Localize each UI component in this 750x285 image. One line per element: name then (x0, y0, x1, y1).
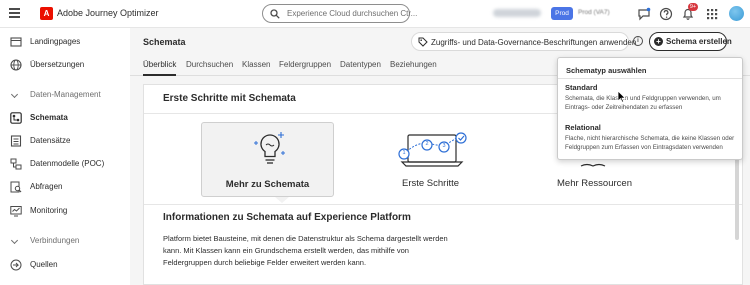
sidebar-item-label: Datensätze (30, 136, 71, 145)
sidebar-item-datenmodelle[interactable]: Datenmodelle (POC) (0, 153, 130, 175)
option-description: Schemata, die Klassen und Feldgruppen ve… (565, 95, 721, 111)
notification-badge: 9+ (688, 3, 698, 11)
sandbox-badge[interactable]: Prod (551, 7, 573, 20)
sandbox-name[interactable]: Prod (VA7) (578, 9, 610, 16)
tab-durchsuchen[interactable]: Durchsuchen (186, 60, 233, 76)
data-model-icon (10, 158, 22, 170)
chevron-down-icon (10, 236, 19, 245)
sidebar-item-label: Datenmodelle (POC) (30, 159, 105, 168)
option-title: Relational (565, 123, 601, 132)
sources-icon (10, 259, 22, 271)
option-description: Flache, nicht hierarchische Schemata, di… (565, 135, 735, 151)
schema-type-standard-option[interactable]: Standard Schemata, die Klassen und Feldg… (558, 83, 742, 119)
sidebar-item-label: Monitoring (30, 206, 68, 215)
popover-heading: Schematyp auswählen (566, 66, 647, 75)
tab-beziehungen[interactable]: Beziehungen (390, 60, 437, 76)
label-tag-icon (418, 37, 428, 47)
tab-klassen[interactable]: Klassen (242, 60, 270, 76)
page-title: Schemata (143, 37, 186, 47)
divider (558, 78, 742, 79)
step-number-1: 1 (402, 150, 406, 156)
step-number-3: 3 (442, 143, 446, 149)
sidebar-item-label: Landingpages (30, 37, 81, 46)
sidebar-item-abfragen[interactable]: Abfragen (0, 176, 130, 198)
tile-label: Mehr zu Schemata (225, 179, 310, 190)
sidebar-item-uebersetzungen[interactable]: Übersetzungen (0, 54, 130, 76)
sidebar-item-schemata[interactable]: Schemata (0, 107, 130, 129)
globe-icon (10, 59, 22, 71)
info-section-body: Platform bietet Bausteine, mit denen die… (163, 234, 448, 267)
tile-mehr-zu-schemata[interactable]: Mehr zu Schemata (201, 122, 334, 197)
chevron-down-icon (10, 90, 19, 99)
tile-erste-schritte[interactable]: 1 2 3 Erste Schritte (364, 122, 497, 197)
create-schema-label: Schema erstellen (666, 37, 732, 46)
app-title[interactable]: Adobe Journey Optimizer (57, 8, 159, 18)
lightbulb-icon (254, 132, 285, 164)
adobe-logo[interactable]: A (40, 7, 53, 20)
apply-governance-labels-button[interactable]: Zugriffs- und Data-Governance-Beschriftu… (411, 32, 636, 51)
search-icon (270, 9, 280, 19)
step-number-2: 2 (425, 141, 429, 147)
schema-icon (10, 112, 22, 124)
sidebar-item-label: Übersetzungen (30, 60, 85, 69)
query-icon (10, 181, 22, 193)
top-bar: A Adobe Journey Optimizer Experience Clo… (0, 0, 750, 28)
info-icon[interactable]: i (633, 36, 643, 46)
option-title: Standard (565, 83, 598, 92)
book-icon (580, 163, 606, 167)
selected-tile-pointer (275, 197, 289, 203)
card-title: Erste Schritte mit Schemata (163, 93, 296, 104)
divider (144, 204, 742, 205)
tile-label: Erste Schritte (401, 178, 460, 189)
governance-button-label: Zugriffs- und Data-Governance-Beschriftu… (431, 38, 637, 47)
sidebar-item-label: Schemata (30, 113, 68, 122)
monitoring-icon (10, 206, 22, 217)
landing-page-icon (10, 37, 22, 47)
sidebar-section-verbindungen[interactable]: Verbindungen (0, 230, 130, 252)
sidebar-item-label: Quellen (30, 260, 58, 269)
feedback-icon[interactable] (637, 7, 651, 21)
dataset-icon (10, 135, 22, 147)
sidebar: Landingpages Übersetzungen Daten-Managem… (0, 28, 130, 285)
hamburger-menu-icon[interactable] (9, 8, 20, 18)
sidebar-section-daten-management[interactable]: Daten-Management (0, 84, 130, 106)
schema-type-popover: Schematyp auswählen Standard Schemata, d… (557, 57, 743, 160)
sidebar-item-label: Abfragen (30, 182, 63, 191)
search-input[interactable]: Experience Cloud durchsuchen Ctr... (262, 4, 417, 23)
add-icon: + (654, 37, 663, 46)
help-icon[interactable] (659, 7, 673, 21)
search-placeholder: Experience Cloud durchsuchen Ctr... (287, 9, 418, 18)
org-name-blurred (493, 9, 541, 17)
create-schema-button[interactable]: + Schema erstellen (649, 32, 732, 51)
sidebar-item-landingpages[interactable]: Landingpages (0, 31, 130, 53)
tab-datentypen[interactable]: Datentypen (340, 60, 381, 76)
tile-label: Mehr Ressourcen (557, 178, 632, 189)
schema-type-relational-option[interactable]: Relational Flache, nicht hierarchische S… (558, 123, 742, 159)
sidebar-section-label: Daten-Management (30, 90, 101, 99)
sidebar-item-datensaetze[interactable]: Datensätze (0, 130, 130, 152)
apps-grid-icon[interactable] (705, 7, 719, 21)
tab-feldergruppen[interactable]: Feldergruppen (279, 60, 331, 76)
tab-ueberblick[interactable]: Überblick (143, 60, 177, 76)
mouse-cursor-icon (617, 90, 626, 103)
info-section-title: Informationen zu Schemata auf Experience… (163, 212, 411, 223)
user-avatar[interactable] (729, 6, 744, 21)
sidebar-item-quellen[interactable]: Quellen (0, 254, 130, 276)
sidebar-item-monitoring[interactable]: Monitoring (0, 200, 130, 222)
sidebar-section-label: Verbindungen (30, 236, 80, 245)
